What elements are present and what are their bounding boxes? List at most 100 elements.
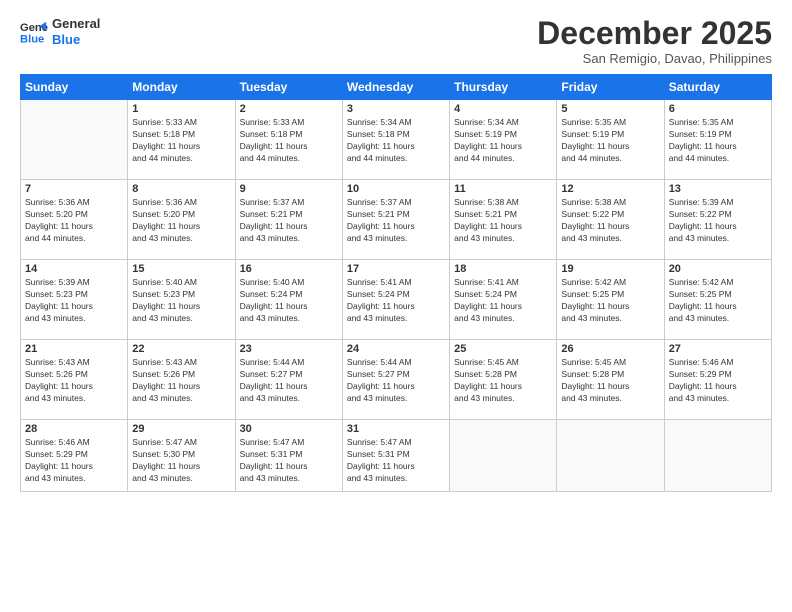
calendar-week-2: 7Sunrise: 5:36 AMSunset: 5:20 PMDaylight… — [21, 180, 772, 260]
calendar-week-3: 14 Sunrise: 5:39 AMSunset: 5:23 PMDayligh… — [21, 260, 772, 340]
calendar-week-5: 28 Sunrise: 5:46 AMSunset: 5:29 PMDayligh… — [21, 420, 772, 492]
day-info: Sunrise: 5:42 AMSunset: 5:25 PMDaylight:… — [669, 277, 767, 325]
day-info: Sunrise: 5:43 AMSunset: 5:26 PMDaylight:… — [25, 357, 123, 405]
day-info: Sunrise: 5:34 AMSunset: 5:18 PMDaylight:… — [347, 117, 445, 165]
header-day-sunday: Sunday — [21, 75, 128, 100]
day-info: Sunrise: 5:36 AMSunset: 5:20 PMDaylight:… — [132, 197, 230, 245]
calendar-cell: 17 Sunrise: 5:41 AMSunset: 5:24 PMDayligh… — [342, 260, 449, 340]
calendar-cell — [557, 420, 664, 492]
day-info: Sunrise: 5:45 AMSunset: 5:28 PMDaylight:… — [454, 357, 552, 405]
day-info: Sunrise: 5:42 AMSunset: 5:25 PMDaylight:… — [561, 277, 659, 325]
calendar-cell: 9Sunrise: 5:37 AMSunset: 5:21 PMDaylight… — [235, 180, 342, 260]
day-info: Sunrise: 5:46 AMSunset: 5:29 PMDaylight:… — [25, 437, 123, 485]
logo: General Blue General Blue — [20, 16, 100, 47]
day-number: 19 — [561, 263, 659, 275]
calendar-cell: 12 Sunrise: 5:38 AMSunset: 5:22 PMDayligh… — [557, 180, 664, 260]
calendar-cell: 13 Sunrise: 5:39 AMSunset: 5:22 PMDayligh… — [664, 180, 771, 260]
month-title: December 2025 — [537, 16, 772, 51]
day-info: Sunrise: 5:35 AMSunset: 5:19 PMDaylight:… — [561, 117, 659, 165]
header-day-monday: Monday — [128, 75, 235, 100]
header-day-wednesday: Wednesday — [342, 75, 449, 100]
calendar-cell: 4 Sunrise: 5:34 AMSunset: 5:19 PMDaylight… — [450, 100, 557, 180]
calendar-cell: 3 Sunrise: 5:34 AMSunset: 5:18 PMDaylight… — [342, 100, 449, 180]
day-number: 24 — [347, 343, 445, 355]
logo-icon: General Blue — [20, 18, 48, 46]
day-info: Sunrise: 5:38 AMSunset: 5:22 PMDaylight:… — [561, 197, 659, 245]
day-info: Sunrise: 5:44 AMSunset: 5:27 PMDaylight:… — [240, 357, 338, 405]
day-number: 3 — [347, 103, 445, 115]
day-number: 30 — [240, 423, 338, 435]
calendar-cell: 5 Sunrise: 5:35 AMSunset: 5:19 PMDaylight… — [557, 100, 664, 180]
day-info: Sunrise: 5:33 AMSunset: 5:18 PMDaylight:… — [240, 117, 338, 165]
day-info: Sunrise: 5:45 AMSunset: 5:28 PMDaylight:… — [561, 357, 659, 405]
calendar-cell: 28 Sunrise: 5:46 AMSunset: 5:29 PMDayligh… — [21, 420, 128, 492]
header: General Blue General Blue December 2025 … — [20, 16, 772, 66]
calendar-cell — [21, 100, 128, 180]
day-number: 29 — [132, 423, 230, 435]
day-number: 5 — [561, 103, 659, 115]
logo-line2: Blue — [52, 32, 100, 48]
calendar-cell: 11Sunrise: 5:38 AMSunset: 5:21 PMDayligh… — [450, 180, 557, 260]
calendar-table: SundayMondayTuesdayWednesdayThursdayFrid… — [20, 74, 772, 492]
header-day-friday: Friday — [557, 75, 664, 100]
day-info: Sunrise: 5:41 AMSunset: 5:24 PMDaylight:… — [454, 277, 552, 325]
day-number: 31 — [347, 423, 445, 435]
day-number: 18 — [454, 263, 552, 275]
day-number: 12 — [561, 183, 659, 195]
calendar-week-1: 1Sunrise: 5:33 AMSunset: 5:18 PMDaylight… — [21, 100, 772, 180]
header-day-saturday: Saturday — [664, 75, 771, 100]
calendar-cell: 2 Sunrise: 5:33 AMSunset: 5:18 PMDaylight… — [235, 100, 342, 180]
day-number: 28 — [25, 423, 123, 435]
calendar-cell: 24 Sunrise: 5:44 AMSunset: 5:27 PMDayligh… — [342, 340, 449, 420]
day-number: 22 — [132, 343, 230, 355]
day-info: Sunrise: 5:35 AMSunset: 5:19 PMDaylight:… — [669, 117, 767, 165]
day-info: Sunrise: 5:36 AMSunset: 5:20 PMDaylight:… — [25, 197, 123, 245]
calendar-cell: 27Sunrise: 5:46 AMSunset: 5:29 PMDayligh… — [664, 340, 771, 420]
calendar-cell: 31 Sunrise: 5:47 AMSunset: 5:31 PMDayligh… — [342, 420, 449, 492]
day-number: 14 — [25, 263, 123, 275]
calendar-cell: 7Sunrise: 5:36 AMSunset: 5:20 PMDaylight… — [21, 180, 128, 260]
day-number: 15 — [132, 263, 230, 275]
day-number: 26 — [561, 343, 659, 355]
day-number: 27 — [669, 343, 767, 355]
day-number: 25 — [454, 343, 552, 355]
calendar-cell: 1Sunrise: 5:33 AMSunset: 5:18 PMDaylight… — [128, 100, 235, 180]
calendar-cell: 15 Sunrise: 5:40 AMSunset: 5:23 PMDayligh… — [128, 260, 235, 340]
day-number: 6 — [669, 103, 767, 115]
calendar-week-4: 21 Sunrise: 5:43 AMSunset: 5:26 PMDayligh… — [21, 340, 772, 420]
header-day-thursday: Thursday — [450, 75, 557, 100]
calendar-cell: 20Sunrise: 5:42 AMSunset: 5:25 PMDayligh… — [664, 260, 771, 340]
day-info: Sunrise: 5:40 AMSunset: 5:23 PMDaylight:… — [132, 277, 230, 325]
calendar-cell: 26 Sunrise: 5:45 AMSunset: 5:28 PMDayligh… — [557, 340, 664, 420]
calendar-header-row: SundayMondayTuesdayWednesdayThursdayFrid… — [21, 75, 772, 100]
calendar-cell: 8 Sunrise: 5:36 AMSunset: 5:20 PMDaylight… — [128, 180, 235, 260]
calendar-cell: 14 Sunrise: 5:39 AMSunset: 5:23 PMDayligh… — [21, 260, 128, 340]
day-number: 4 — [454, 103, 552, 115]
calendar-cell: 25 Sunrise: 5:45 AMSunset: 5:28 PMDayligh… — [450, 340, 557, 420]
day-number: 13 — [669, 183, 767, 195]
day-info: Sunrise: 5:33 AMSunset: 5:18 PMDaylight:… — [132, 117, 230, 165]
calendar-cell: 22Sunrise: 5:43 AMSunset: 5:26 PMDayligh… — [128, 340, 235, 420]
header-day-tuesday: Tuesday — [235, 75, 342, 100]
day-number: 8 — [132, 183, 230, 195]
calendar-cell: 19 Sunrise: 5:42 AMSunset: 5:25 PMDayligh… — [557, 260, 664, 340]
day-info: Sunrise: 5:44 AMSunset: 5:27 PMDaylight:… — [347, 357, 445, 405]
day-number: 11 — [454, 183, 552, 195]
day-info: Sunrise: 5:39 AMSunset: 5:23 PMDaylight:… — [25, 277, 123, 325]
calendar-cell — [450, 420, 557, 492]
day-info: Sunrise: 5:37 AMSunset: 5:21 PMDaylight:… — [347, 197, 445, 245]
day-number: 2 — [240, 103, 338, 115]
calendar-cell: 21 Sunrise: 5:43 AMSunset: 5:26 PMDayligh… — [21, 340, 128, 420]
day-number: 17 — [347, 263, 445, 275]
calendar-cell: 23 Sunrise: 5:44 AMSunset: 5:27 PMDayligh… — [235, 340, 342, 420]
page: General Blue General Blue December 2025 … — [0, 0, 792, 612]
day-number: 23 — [240, 343, 338, 355]
day-number: 21 — [25, 343, 123, 355]
day-info: Sunrise: 5:34 AMSunset: 5:19 PMDaylight:… — [454, 117, 552, 165]
day-info: Sunrise: 5:41 AMSunset: 5:24 PMDaylight:… — [347, 277, 445, 325]
day-info: Sunrise: 5:39 AMSunset: 5:22 PMDaylight:… — [669, 197, 767, 245]
day-info: Sunrise: 5:47 AMSunset: 5:31 PMDaylight:… — [347, 437, 445, 485]
day-number: 9 — [240, 183, 338, 195]
day-info: Sunrise: 5:47 AMSunset: 5:30 PMDaylight:… — [132, 437, 230, 485]
day-number: 10 — [347, 183, 445, 195]
